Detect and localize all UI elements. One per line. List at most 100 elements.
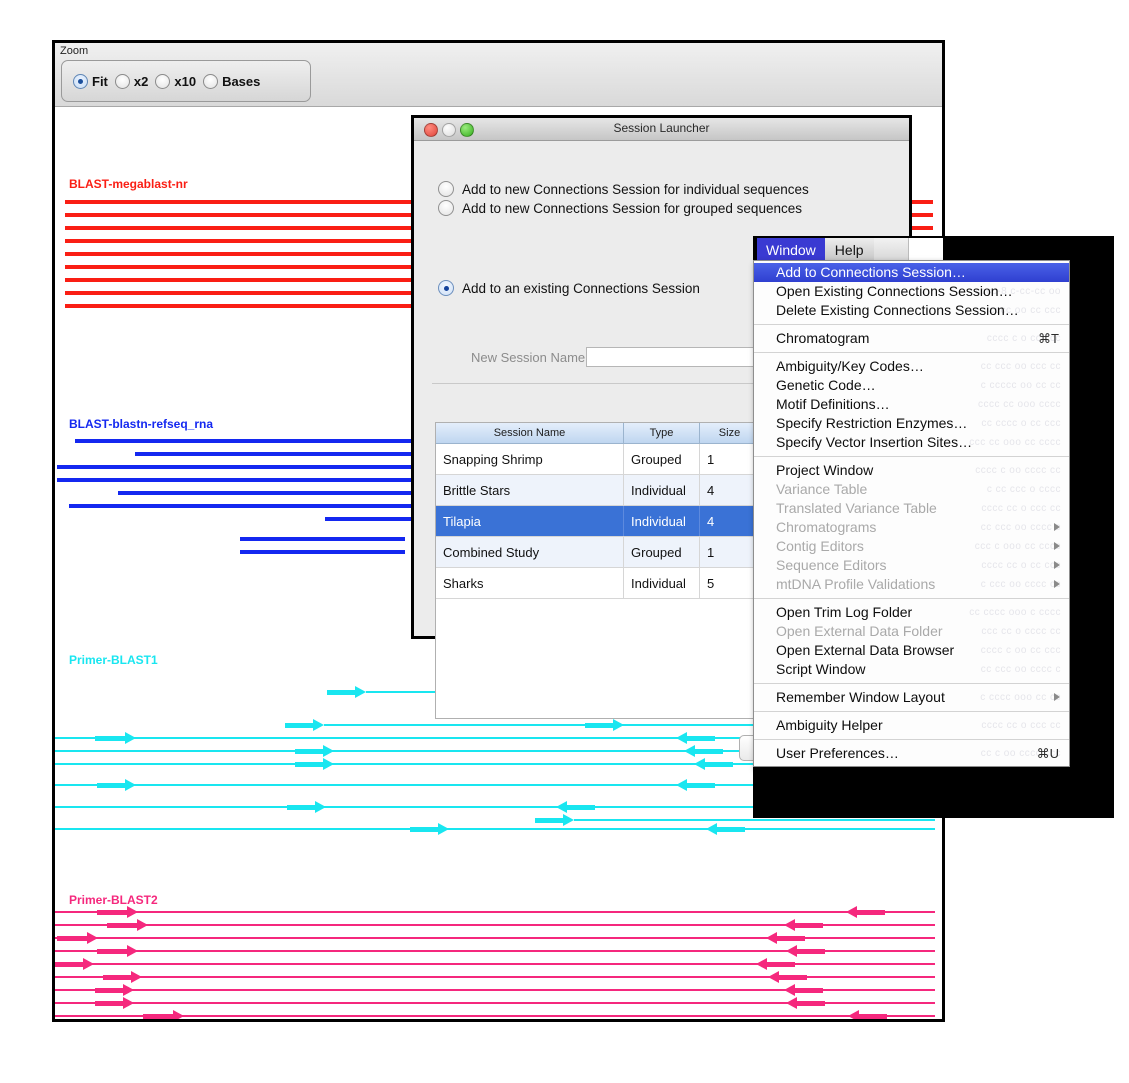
dialog-titlebar[interactable]: Session Launcher bbox=[414, 118, 909, 141]
primer-arrow-head-icon bbox=[676, 732, 687, 744]
primer-arrow-head-icon bbox=[613, 719, 624, 731]
primer-arrow-shaft[interactable] bbox=[285, 723, 313, 728]
primer-arrow-shaft[interactable] bbox=[795, 923, 823, 928]
menu-item-open-trim-log-folder[interactable]: cc cccc ooo c ccccOpen Trim Log Folder bbox=[754, 603, 1069, 622]
cell-session-name: Brittle Stars bbox=[436, 475, 624, 505]
primer-arrow-shaft[interactable] bbox=[779, 975, 807, 980]
primer-arrow-shaft[interactable] bbox=[695, 749, 723, 754]
menu-item-label: Add to Connections Session… bbox=[776, 264, 966, 280]
zoom-radio-group: Fit x2 x10 Bases bbox=[61, 60, 311, 102]
radio-icon-new-grouped[interactable] bbox=[438, 200, 454, 216]
menu-item-label: Motif Definitions… bbox=[776, 396, 890, 412]
menu-item-label: Chromatograms bbox=[776, 519, 876, 535]
menu-item-motif-definitions[interactable]: cccc cc ooo ccccMotif Definitions… bbox=[754, 395, 1069, 414]
zoom-option-fit[interactable]: Fit bbox=[73, 74, 108, 89]
zoom-option-x10[interactable]: x10 bbox=[155, 74, 196, 89]
primer-arrow-shaft[interactable] bbox=[859, 1014, 887, 1019]
menu-separator bbox=[754, 739, 1069, 740]
primer-arrow-shaft[interactable] bbox=[777, 936, 805, 941]
menu-item-specify-vector-insertion-sites[interactable]: ccc cc ooo cc ccccSpecify Vector Inserti… bbox=[754, 433, 1069, 452]
cell-size: 1 bbox=[700, 444, 760, 474]
primer-arrow-shaft[interactable] bbox=[687, 783, 715, 788]
radio-new-session-grouped[interactable]: Add to new Connections Session for group… bbox=[438, 200, 802, 216]
menubar-item-help[interactable]: Help bbox=[825, 238, 874, 260]
primer-arrow-shaft[interactable] bbox=[327, 690, 355, 695]
cell-session-name: Tilapia bbox=[436, 506, 624, 536]
menu-item-user-preferences[interactable]: cc c oo cccc cccUser Preferences…⌘U bbox=[754, 744, 1069, 763]
primer-arrow-shaft[interactable] bbox=[717, 827, 745, 832]
track-label-blastn: BLAST-blastn-refseq_rna bbox=[69, 417, 213, 431]
primer-arrow-line bbox=[55, 976, 768, 978]
primer-arrow-head-icon bbox=[556, 801, 567, 813]
primer-arrow-head-icon bbox=[694, 758, 705, 770]
primer-arrow-shaft[interactable] bbox=[585, 723, 613, 728]
primer-arrow-shaft[interactable] bbox=[767, 962, 795, 967]
radio-icon-existing[interactable] bbox=[438, 280, 454, 296]
primer-arrow-shaft[interactable] bbox=[797, 949, 825, 954]
menu-item-ambiguity-helper[interactable]: cccc cc o ccc ccAmbiguity Helper bbox=[754, 716, 1069, 735]
menubar-item-window[interactable]: Window bbox=[757, 238, 825, 260]
primer-arrow-line bbox=[55, 1002, 786, 1004]
menu-item-mtdna-profile-validations: c ccc oo cccc ccmtDNA Profile Validation… bbox=[754, 575, 1069, 594]
submenu-chevron-icon bbox=[1054, 542, 1060, 550]
menu-item-specify-restriction-enzymes[interactable]: cc cccc o cc cccSpecify Restriction Enzy… bbox=[754, 414, 1069, 433]
primer-arrow-line bbox=[55, 737, 676, 739]
primer-arrow-shaft[interactable] bbox=[857, 910, 885, 915]
primer-arrow-head-icon bbox=[355, 686, 366, 698]
column-header-type[interactable]: Type bbox=[624, 423, 700, 443]
menu-item-sequence-editors: cccc cc o cc cccSequence Editors bbox=[754, 556, 1069, 575]
menu-item-label: Script Window bbox=[776, 661, 865, 677]
primer-arrow-shaft[interactable] bbox=[797, 1001, 825, 1006]
cell-type: Individual bbox=[624, 568, 700, 598]
menu-item-label: Open Trim Log Folder bbox=[776, 604, 912, 620]
menubar-filler-left bbox=[874, 238, 909, 260]
menu-separator bbox=[754, 456, 1069, 457]
window-dropdown-menu[interactable]: Add to Connections Session… cccc-8 c-cc-c… bbox=[753, 260, 1070, 767]
primer-arrow-shaft[interactable] bbox=[535, 818, 563, 823]
primer-arrow-shaft[interactable] bbox=[567, 805, 595, 810]
column-header-session-name[interactable]: Session Name bbox=[436, 423, 624, 443]
menu-item-project-window[interactable]: cccc c oo cccc ccProject Window bbox=[754, 461, 1069, 480]
dialog-title: Session Launcher bbox=[414, 121, 909, 135]
radio-icon-x2[interactable] bbox=[115, 74, 130, 89]
primer-arrow-head-icon bbox=[756, 958, 767, 970]
menu-item-remember-window-layout[interactable]: c cccc ooo cc ccRemember Window Layout bbox=[754, 688, 1069, 707]
cell-size: 4 bbox=[700, 506, 760, 536]
zoom-option-bases[interactable]: Bases bbox=[203, 74, 260, 89]
cell-type: Grouped bbox=[624, 444, 700, 474]
menu-item-open-existing-connections-session[interactable]: cccc-8 c-cc-cc ooOpen Existing Connectio… bbox=[754, 282, 1069, 301]
menu-item-chromatograms: cc ccc oo cccc cChromatograms bbox=[754, 518, 1069, 537]
menu-item-label: Ambiguity/Key Codes… bbox=[776, 358, 924, 374]
menu-item-add-to-connections-session[interactable]: Add to Connections Session… bbox=[754, 263, 1069, 282]
column-header-size[interactable]: Size bbox=[700, 423, 760, 443]
primer-arrow-shaft[interactable] bbox=[705, 762, 733, 767]
radio-icon-bases[interactable] bbox=[203, 74, 218, 89]
radio-existing-session[interactable]: Add to an existing Connections Session bbox=[438, 280, 700, 296]
primer-arrow-head-icon bbox=[706, 823, 717, 835]
menu-item-script-window[interactable]: cc ccc oo cccc cScript Window bbox=[754, 660, 1069, 679]
radio-new-session-individual[interactable]: Add to new Connections Session for indiv… bbox=[438, 181, 809, 197]
radio-icon-new-individual[interactable] bbox=[438, 181, 454, 197]
radio-icon-fit[interactable] bbox=[73, 74, 88, 89]
menu-item-chromatogram[interactable]: cccc c o cc cccChromatogram⌘T bbox=[754, 329, 1069, 348]
menu-item-ambiguity-key-codes[interactable]: cc ccc oo ccc ccAmbiguity/Key Codes… bbox=[754, 357, 1069, 376]
blast-hit-bar[interactable] bbox=[240, 537, 405, 541]
menu-separator bbox=[754, 711, 1069, 712]
radio-icon-x10[interactable] bbox=[155, 74, 170, 89]
primer-arrow-head-icon bbox=[684, 745, 695, 757]
submenu-chevron-icon bbox=[1054, 561, 1060, 569]
track-label-primer-blast1: Primer-BLAST1 bbox=[69, 653, 158, 667]
primer-arrow-line bbox=[55, 989, 784, 991]
menu-item-delete-existing-connections-session[interactable]: cccc oo cc cccDelete Existing Connection… bbox=[754, 301, 1069, 320]
radio-new-grouped-label: Add to new Connections Session for group… bbox=[462, 201, 802, 216]
menu-item-open-external-data-browser[interactable]: cccc c oo cc cccOpen External Data Brows… bbox=[754, 641, 1069, 660]
primer-arrow-shaft[interactable] bbox=[687, 736, 715, 741]
blast-hit-bar[interactable] bbox=[240, 550, 405, 554]
cell-session-name: Snapping Shrimp bbox=[436, 444, 624, 474]
primer-arrow-line bbox=[55, 924, 784, 926]
zoom-option-x2[interactable]: x2 bbox=[115, 74, 148, 89]
primer-arrow-shaft[interactable] bbox=[795, 988, 823, 993]
menu-item-genetic-code[interactable]: c ccccc oo cc ccGenetic Code… bbox=[754, 376, 1069, 395]
menu-separator bbox=[754, 598, 1069, 599]
cell-size: 1 bbox=[700, 537, 760, 567]
